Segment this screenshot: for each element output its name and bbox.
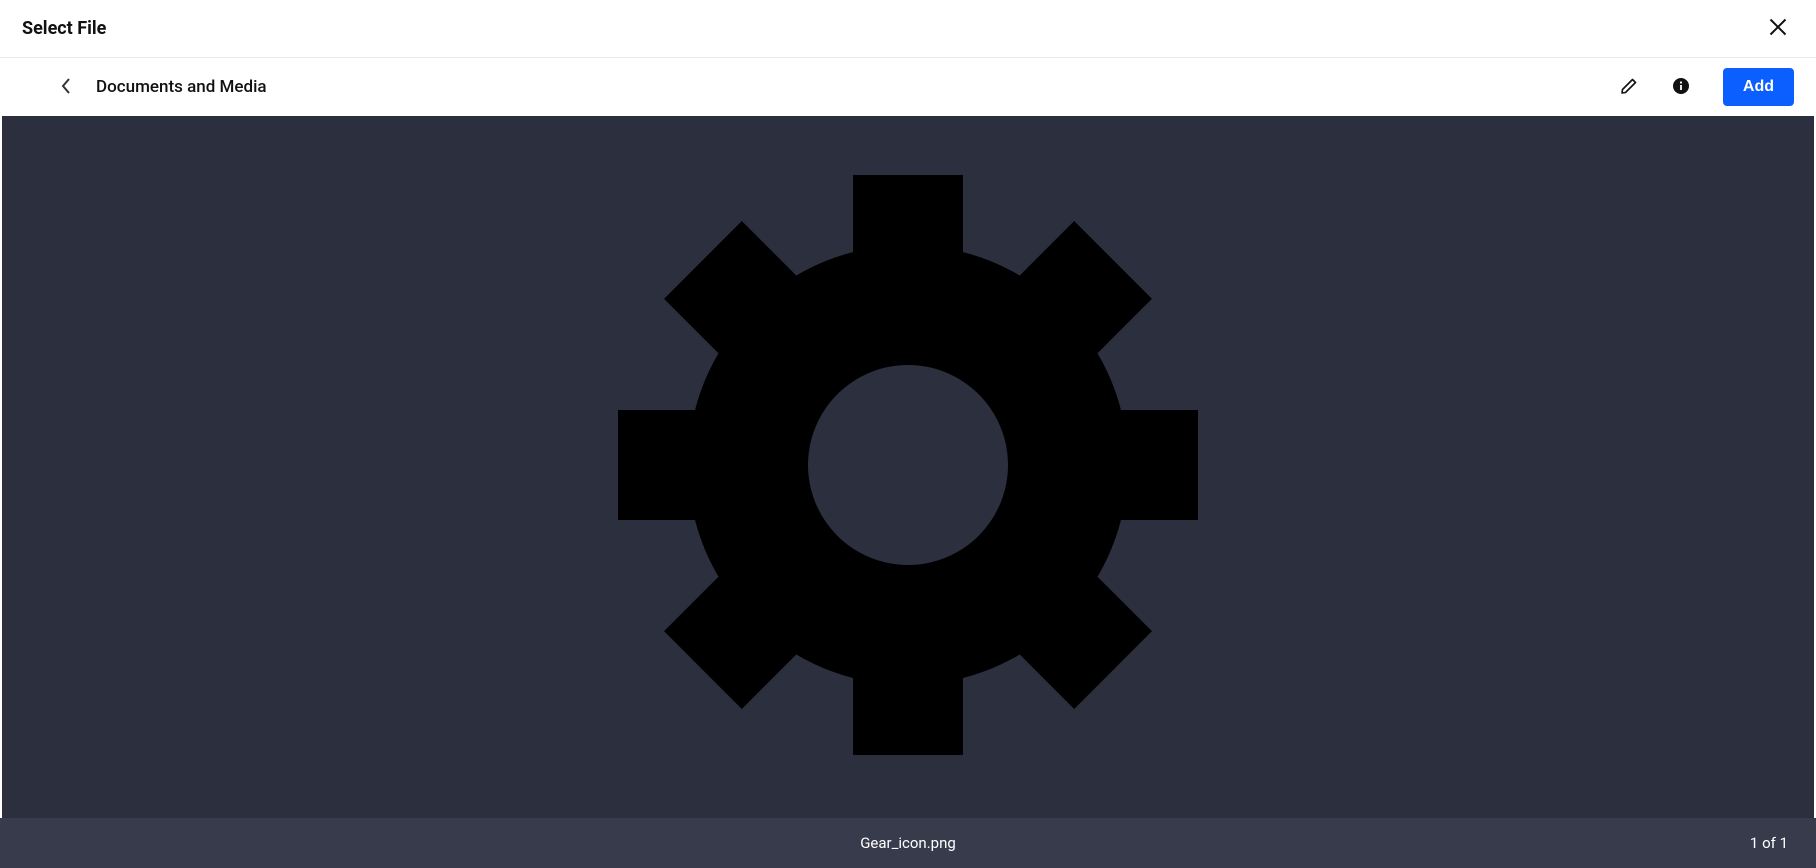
modal-title: Select File bbox=[22, 18, 106, 39]
gear-icon bbox=[608, 165, 1208, 769]
preview-image bbox=[608, 165, 1208, 769]
footer-bar: Gear_icon.png 1 of 1 bbox=[0, 818, 1816, 868]
add-button[interactable]: Add bbox=[1723, 68, 1794, 106]
close-icon bbox=[1769, 18, 1787, 39]
modal-header: Select File bbox=[0, 0, 1816, 58]
preview-area bbox=[2, 116, 1814, 818]
chevron-left-icon bbox=[60, 77, 72, 98]
back-button[interactable] bbox=[52, 73, 80, 101]
pencil-icon bbox=[1620, 77, 1638, 98]
breadcrumb[interactable]: Documents and Media bbox=[96, 77, 267, 97]
filename-label: Gear_icon.png bbox=[860, 834, 956, 852]
toolbar-left: Documents and Media bbox=[52, 73, 267, 101]
info-icon bbox=[1672, 77, 1690, 98]
edit-button[interactable] bbox=[1607, 65, 1651, 109]
toolbar-right: Add bbox=[1607, 65, 1794, 109]
pagination-label: 1 of 1 bbox=[1750, 834, 1788, 852]
info-button[interactable] bbox=[1659, 65, 1703, 109]
close-button[interactable] bbox=[1762, 13, 1794, 45]
toolbar: Documents and Media Add bbox=[0, 58, 1816, 116]
